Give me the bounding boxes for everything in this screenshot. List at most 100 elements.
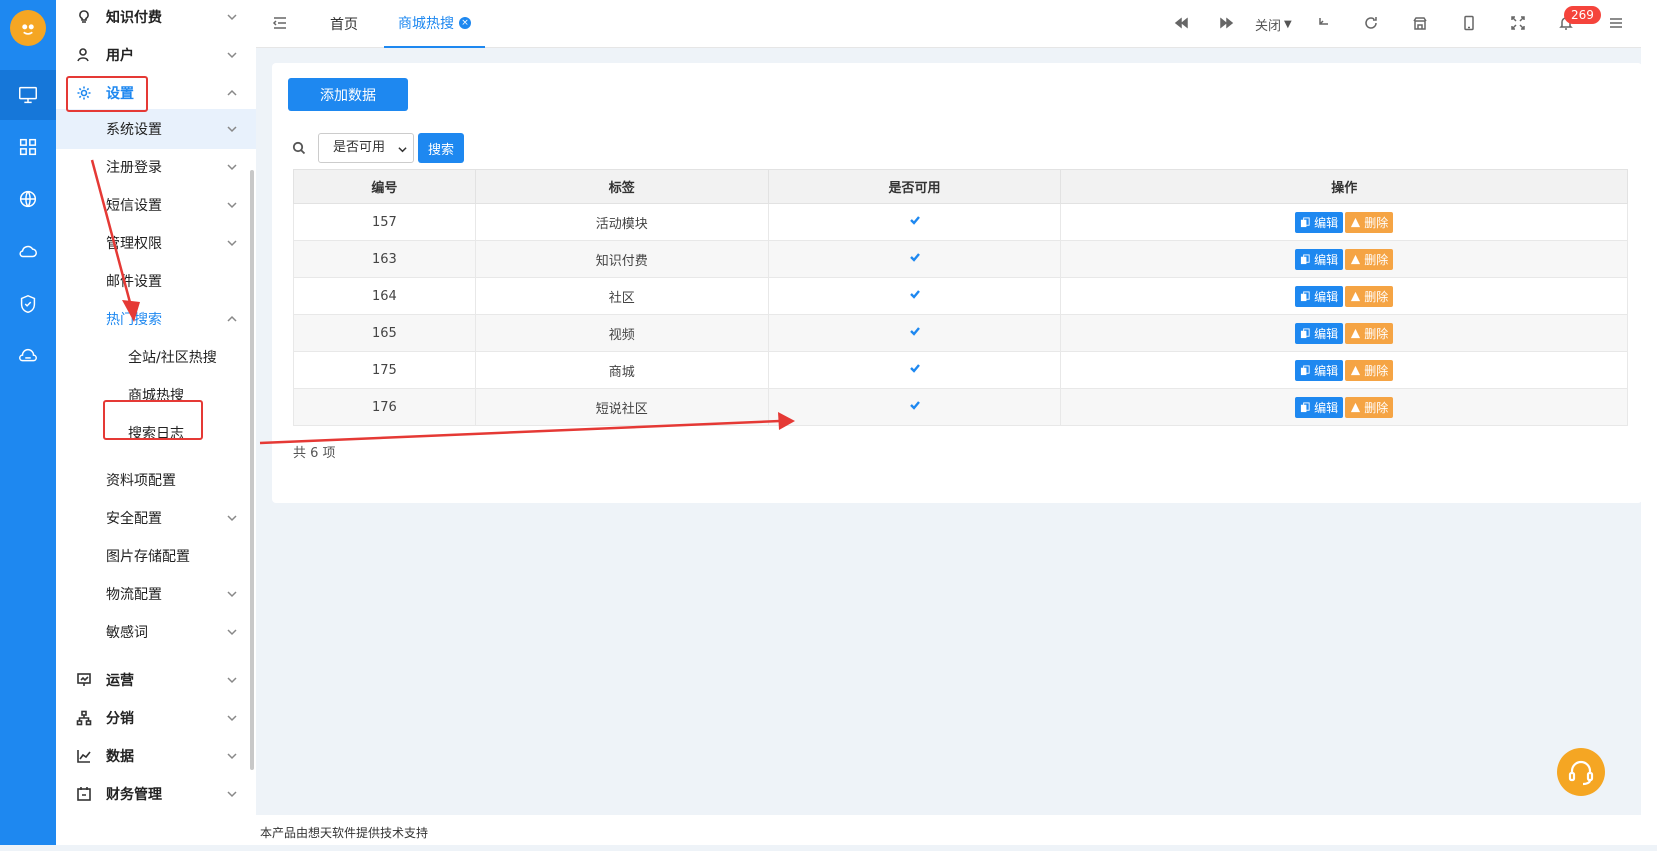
globe-icon[interactable] <box>0 174 56 224</box>
line-chart-icon <box>76 748 92 764</box>
tab-mall-hot-search[interactable]: 商城热搜 × <box>384 0 485 48</box>
edit-button[interactable]: 编辑 <box>1295 322 1344 344</box>
edit-button[interactable]: 编辑 <box>1295 285 1344 307</box>
sidebar-item-knowledge[interactable]: 知识付费 <box>56 0 256 37</box>
cloud-service-icon[interactable] <box>0 332 56 382</box>
cell-enabled <box>767 314 1062 352</box>
sidebar-item-label: 物流配置 <box>106 587 162 603</box>
store-icon[interactable] <box>1409 12 1431 34</box>
edit-button[interactable]: 编辑 <box>1295 248 1344 270</box>
delete-button[interactable]: 删除 <box>1345 248 1394 270</box>
fullscreen-icon[interactable] <box>1507 12 1529 34</box>
sidebar-item-users[interactable]: 用户 <box>56 35 256 75</box>
notification-badge: 269 <box>1564 6 1601 24</box>
add-data-button[interactable]: 添加数据 <box>288 78 408 111</box>
copy-icon <box>1301 364 1310 375</box>
sidebar-item-permissions[interactable]: 管理权限 <box>56 223 256 263</box>
cell-enabled <box>767 388 1062 426</box>
cell-id: 163 <box>293 240 476 278</box>
rewind-icon[interactable] <box>1170 12 1192 34</box>
cell-actions: 编辑 删除 <box>1060 388 1628 426</box>
warning-icon <box>1351 402 1361 412</box>
mobile-icon[interactable] <box>1458 12 1480 34</box>
cell-tag: 短说社区 <box>474 388 769 426</box>
edit-button[interactable]: 编辑 <box>1295 211 1344 233</box>
chevron-down-icon <box>226 788 238 800</box>
sidebar-item-hot-search[interactable]: 热门搜索 <box>56 299 256 339</box>
check-icon <box>909 362 921 374</box>
collapse-menu-icon[interactable] <box>269 12 291 34</box>
chevron-down-icon <box>226 49 238 61</box>
sidebar-item-label: 邮件设置 <box>106 274 162 290</box>
sidebar-item-sensitive-words[interactable]: 敏感词 <box>56 612 256 652</box>
sidebar-item-sms[interactable]: 短信设置 <box>56 185 256 225</box>
sidebar-item-label: 数据 <box>106 749 134 765</box>
sidebar-item-operations[interactable]: 运营 <box>56 660 256 700</box>
grid-icon[interactable] <box>0 122 56 172</box>
delete-button[interactable]: 删除 <box>1345 396 1394 418</box>
menu-icon[interactable] <box>1605 12 1627 34</box>
delete-button[interactable]: 删除 <box>1345 322 1394 344</box>
enabled-filter-value: 是否可用 <box>333 140 386 155</box>
sidebar-item-image-storage[interactable]: 图片存储配置 <box>56 536 256 576</box>
close-dropdown[interactable]: 关闭 ▼ <box>1255 0 1292 48</box>
sidebar-item-site-hot-search[interactable]: 全站/社区热搜 <box>56 337 256 377</box>
sidebar-item-label: 注册登录 <box>106 160 162 176</box>
edit-button-label: 编辑 <box>1314 252 1339 267</box>
search-icon <box>292 141 306 155</box>
undo-icon[interactable] <box>1313 12 1335 34</box>
sidebar-item-label: 用户 <box>106 48 134 64</box>
support-headset-icon[interactable] <box>1557 748 1605 796</box>
search-button[interactable]: 搜索 <box>418 133 464 163</box>
delete-button[interactable]: 删除 <box>1345 211 1394 233</box>
edit-button[interactable]: 编辑 <box>1295 359 1344 381</box>
column-header-id[interactable]: 编号 <box>293 169 476 204</box>
cell-id: 175 <box>293 351 476 389</box>
sidebar-scrollbar[interactable] <box>250 170 254 770</box>
delete-button[interactable]: 删除 <box>1345 285 1394 307</box>
close-tab-icon[interactable]: × <box>459 17 471 29</box>
sidebar-item-logistics[interactable]: 物流配置 <box>56 574 256 614</box>
cloud-icon[interactable] <box>0 226 56 276</box>
sidebar-item-system-settings[interactable]: 系统设置 <box>56 109 256 149</box>
sidebar-item-label: 安全配置 <box>106 511 162 527</box>
delete-button-label: 删除 <box>1364 289 1389 304</box>
column-header-tag[interactable]: 标签 <box>474 169 769 204</box>
check-icon <box>909 325 921 337</box>
column-header-enabled[interactable]: 是否可用 <box>767 169 1062 204</box>
cell-enabled <box>767 203 1062 241</box>
cell-enabled <box>767 351 1062 389</box>
sidebar-item-finance[interactable]: 财务管理 <box>56 774 256 814</box>
sidebar-item-email[interactable]: 邮件设置 <box>56 261 256 301</box>
sidebar-item-security[interactable]: 安全配置 <box>56 498 256 538</box>
copy-icon <box>1301 253 1310 264</box>
total-count: 共 6 项 <box>293 446 336 461</box>
forward-icon[interactable] <box>1216 12 1238 34</box>
warning-icon <box>1351 217 1361 227</box>
shield-icon[interactable] <box>0 279 56 329</box>
sidebar-item-data[interactable]: 数据 <box>56 736 256 776</box>
sidebar-item-distribution[interactable]: 分销 <box>56 698 256 738</box>
cell-tag: 活动模块 <box>474 203 769 241</box>
sidebar-item-label: 热门搜索 <box>106 312 162 328</box>
edit-button[interactable]: 编辑 <box>1295 396 1344 418</box>
edit-button-label: 编辑 <box>1314 363 1339 378</box>
monitor-icon[interactable] <box>0 70 56 120</box>
sidebar-item-label: 运营 <box>106 673 134 689</box>
sidebar-item-profile-fields[interactable]: 资料项配置 <box>56 460 256 500</box>
cell-id: 157 <box>293 203 476 241</box>
delete-button[interactable]: 删除 <box>1345 359 1394 381</box>
content-card: 添加数据 是否可用 搜索 编号 标签 是否可用 操作 157 活动模块 编辑 删除 16… <box>272 63 1642 503</box>
annotation-box-settings <box>66 76 148 112</box>
calendar-icon <box>76 786 92 802</box>
chevron-down-icon <box>226 123 238 135</box>
sidebar-item-register-login[interactable]: 注册登录 <box>56 147 256 187</box>
table-row: 164 社区 编辑 删除 <box>293 277 1628 315</box>
enabled-filter-select[interactable]: 是否可用 <box>318 133 414 163</box>
sidebar-item-label: 管理权限 <box>106 236 162 252</box>
edit-button-label: 编辑 <box>1314 326 1339 341</box>
refresh-icon[interactable] <box>1360 12 1382 34</box>
tab-home[interactable]: 首页 <box>330 0 358 48</box>
edit-button-label: 编辑 <box>1314 215 1339 230</box>
cell-actions: 编辑 删除 <box>1060 240 1628 278</box>
